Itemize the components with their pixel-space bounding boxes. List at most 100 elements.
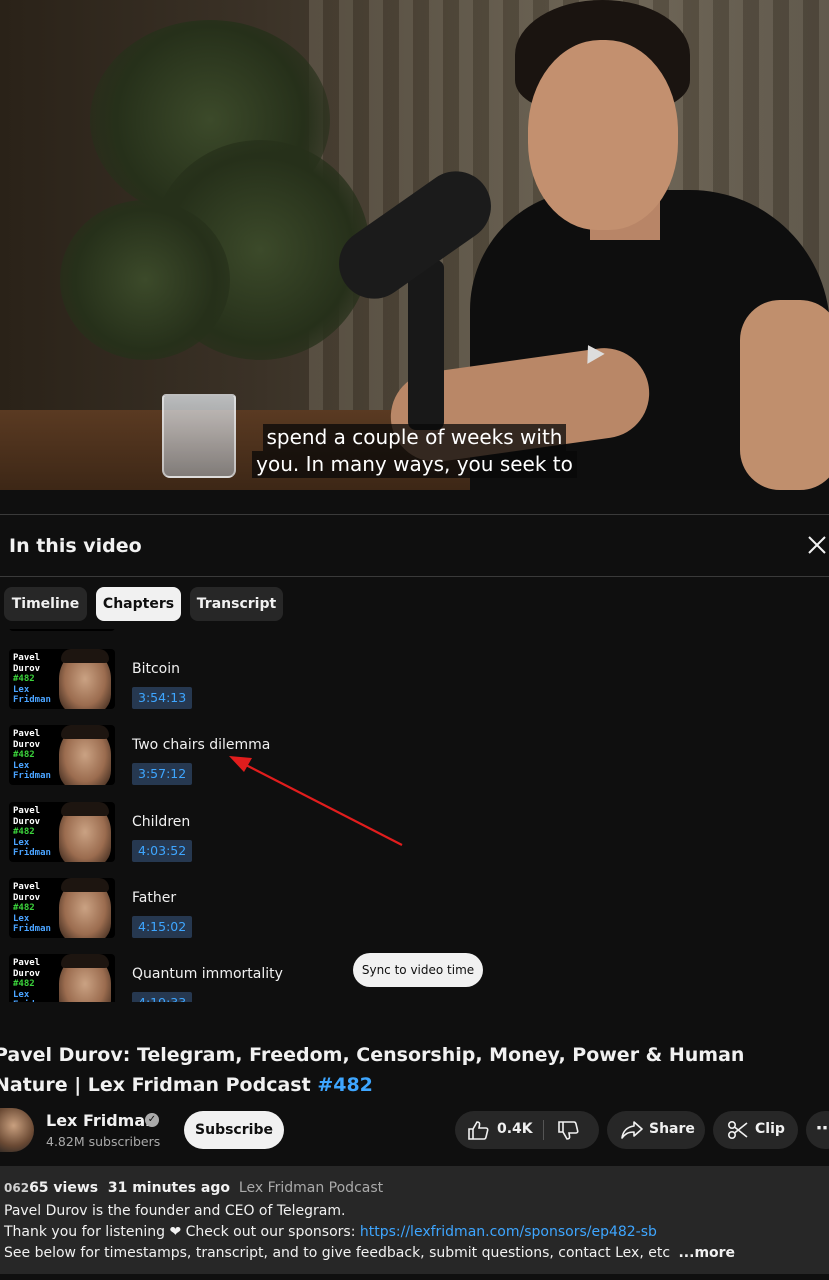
description-line-3: See below for timestamps, transcript, an… <box>4 1245 735 1261</box>
thumb-host-2: Fridman <box>13 848 51 858</box>
show-more-button[interactable]: ...more <box>678 1245 735 1261</box>
thumb-host-1: Lex <box>13 989 30 1000</box>
clip-label: Clip <box>755 1121 785 1137</box>
microphone-stand <box>408 260 444 430</box>
description-line-3-text: See below for timestamps, transcript, an… <box>4 1245 671 1261</box>
chapter-item[interactable]: Pavel Durov #482 Lex Fridman Father 4:15… <box>0 874 829 944</box>
thumb-host-1: Lex <box>13 837 30 848</box>
description-line-1: Pavel Durov is the founder and CEO of Te… <box>4 1203 346 1219</box>
thumb-name-1: Pavel <box>13 729 41 739</box>
chapter-thumbnail: Pavel Durov #482 Lex Fridman <box>9 649 115 709</box>
chapter-timestamp[interactable]: 3:57:12 <box>132 763 193 785</box>
chapter-item[interactable]: Pavel Durov #482 Lex Fridman Bitcoin 3:5… <box>0 645 829 715</box>
description-channel-link[interactable]: Lex Fridman Podcast <box>239 1180 383 1196</box>
chapter-timestamp[interactable]: 3:54:13 <box>132 687 193 709</box>
subtitle-caption: spend a couple of weeks with you. In man… <box>0 424 829 478</box>
thumb-name-1: Pavel <box>13 882 41 892</box>
chapter-thumbnail-partial <box>9 629 115 631</box>
video-title: Pavel Durov: Telegram, Freedom, Censorsh… <box>0 1040 823 1100</box>
sponsor-text: Thank you for listening ❤ Check out our … <box>4 1224 360 1240</box>
thumb-episode: #482 <box>13 979 35 989</box>
tab-transcript[interactable]: Transcript <box>190 587 283 621</box>
thumb-host-2: Fridman <box>13 1000 51 1002</box>
tab-chapters[interactable]: Chapters <box>96 587 181 621</box>
sync-to-video-time-button[interactable]: Sync to video time <box>353 953 483 987</box>
thumb-name-2: Durov <box>13 739 41 750</box>
chapter-title: Two chairs dilemma <box>132 737 271 753</box>
panel-header: In this video <box>0 515 829 577</box>
thumbs-down-icon[interactable] <box>557 1121 579 1141</box>
in-this-video-panel: In this video Timeline Chapters Transcri… <box>0 514 829 1002</box>
video-player[interactable]: spend a couple of weeks with you. In man… <box>0 0 829 490</box>
thumbnail-hair <box>61 725 109 739</box>
view-count: 65 views <box>29 1180 99 1196</box>
like-dislike-group: 0.4K <box>455 1111 599 1149</box>
thumb-host-2: Fridman <box>13 695 51 705</box>
subscriber-count: 4.82M subscribers <box>46 1134 161 1149</box>
like-count: 0.4K <box>497 1121 533 1137</box>
thumb-host-1: Lex <box>13 684 30 695</box>
thumbnail-text: Pavel Durov #482 Lex Fridman <box>13 653 51 706</box>
thumb-name-2: Durov <box>13 663 41 674</box>
thumb-name-2: Durov <box>13 816 41 827</box>
scissors-icon <box>727 1120 748 1140</box>
chapter-title: Bitcoin <box>132 661 181 677</box>
chapter-title: Father <box>132 890 177 906</box>
like-divider <box>543 1120 544 1140</box>
thumbnail-hair <box>61 649 109 663</box>
share-arrow-icon <box>621 1121 643 1139</box>
chapter-timestamp[interactable]: 4:19:33 <box>132 992 193 1002</box>
channel-name[interactable]: Lex Fridman <box>46 1111 157 1130</box>
verified-check-icon: ✓ <box>145 1113 159 1127</box>
close-icon[interactable] <box>805 533 829 557</box>
thumb-episode: #482 <box>13 674 35 684</box>
thumbnail-text: Pavel Durov #482 Lex Fridman <box>13 806 51 859</box>
chapter-thumbnail: Pavel Durov #482 Lex Fridman <box>9 878 115 938</box>
thumbnail-hair <box>61 954 109 968</box>
upload-time: 31 minutes ago <box>107 1180 231 1196</box>
chapter-title: Quantum immortality <box>132 966 283 982</box>
chapter-list[interactable]: Pavel Durov #482 Lex Fridman Bitcoin 3:5… <box>0 629 829 1002</box>
thumb-episode: #482 <box>13 827 35 837</box>
thumb-name-2: Durov <box>13 892 41 903</box>
thumb-name-2: Durov <box>13 968 41 979</box>
clip-button[interactable]: Clip <box>713 1111 798 1149</box>
subscribe-button[interactable]: Subscribe <box>184 1111 284 1149</box>
speaker-face <box>528 40 678 230</box>
thumb-episode: #482 <box>13 750 35 760</box>
video-title-hashtag[interactable]: #482 <box>317 1074 373 1096</box>
share-button[interactable]: Share <box>607 1111 705 1149</box>
tab-timeline[interactable]: Timeline <box>4 587 87 621</box>
thumbs-up-icon[interactable] <box>467 1120 489 1140</box>
thumb-host-2: Fridman <box>13 771 51 781</box>
thumbnail-hair <box>61 802 109 816</box>
chapter-thumbnail: Pavel Durov #482 Lex Fridman <box>9 725 115 785</box>
chapter-item[interactable]: Pavel Durov #482 Lex Fridman Two chairs … <box>0 721 829 791</box>
thumbnail-text: Pavel Durov #482 Lex Fridman <box>13 729 51 782</box>
more-dots-icon: ⋯ <box>816 1118 829 1139</box>
sponsor-link[interactable]: https://lexfridman.com/sponsors/ep482-sb <box>360 1224 657 1240</box>
background-plant <box>60 200 230 360</box>
thumb-host-1: Lex <box>13 760 30 771</box>
chapter-thumbnail: Pavel Durov #482 Lex Fridman <box>9 802 115 862</box>
thumbnail-hair <box>61 878 109 892</box>
description-line-2: Thank you for listening ❤ Check out our … <box>4 1224 657 1240</box>
thumb-episode: #482 <box>13 903 35 913</box>
thumb-host-1: Lex <box>13 913 30 924</box>
description-box[interactable]: 06265 views 31 minutes ago Lex Fridman P… <box>0 1166 829 1274</box>
caption-line-1: spend a couple of weeks with <box>262 424 567 451</box>
thumbnail-text: Pavel Durov #482 Lex Fridman <box>13 882 51 935</box>
views-prefix: 062 <box>4 1181 30 1195</box>
chapter-title: Children <box>132 814 191 830</box>
chapter-item[interactable]: Pavel Durov #482 Lex Fridman Children 4:… <box>0 798 829 868</box>
chapter-thumbnail: Pavel Durov #482 Lex Fridman <box>9 954 115 1002</box>
chapter-timestamp[interactable]: 4:03:52 <box>132 840 193 862</box>
thumbnail-text: Pavel Durov #482 Lex Fridman <box>13 958 51 1002</box>
description-meta: 06265 views 31 minutes ago Lex Fridman P… <box>4 1180 383 1196</box>
channel-avatar[interactable] <box>0 1108 34 1152</box>
thumb-name-1: Pavel <box>13 806 41 816</box>
channel-row: Lex Fridman ✓ 4.82M subscribers Subscrib… <box>0 1108 829 1154</box>
more-actions-button[interactable]: ⋯ <box>806 1111 829 1149</box>
thumb-host-2: Fridman <box>13 924 51 934</box>
chapter-timestamp[interactable]: 4:15:02 <box>132 916 193 938</box>
